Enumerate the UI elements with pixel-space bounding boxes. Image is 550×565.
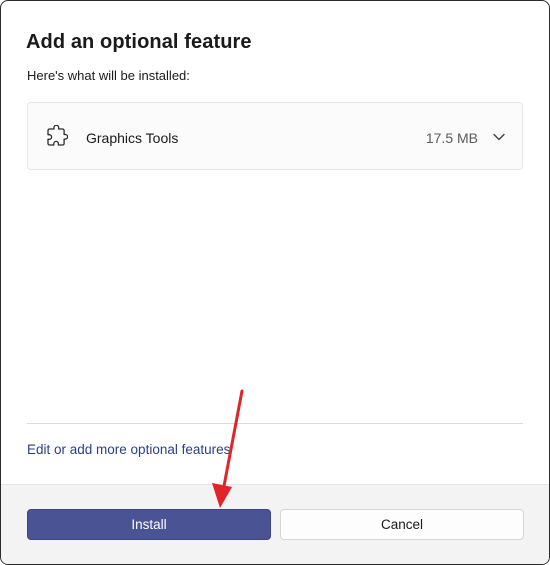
divider bbox=[27, 423, 523, 424]
dialog-footer: Install Cancel bbox=[1, 484, 549, 564]
feature-name: Graphics Tools bbox=[86, 130, 179, 146]
dialog-title: Add an optional feature bbox=[26, 31, 252, 53]
feature-item[interactable]: Graphics Tools 17.5 MB bbox=[27, 102, 523, 170]
cancel-button[interactable]: Cancel bbox=[280, 509, 524, 540]
puzzle-icon bbox=[47, 125, 68, 146]
chevron-down-icon[interactable] bbox=[492, 130, 506, 144]
feature-size: 17.5 MB bbox=[425, 130, 478, 146]
edit-more-features-link[interactable]: Edit or add more optional features bbox=[27, 442, 230, 457]
install-button[interactable]: Install bbox=[27, 509, 271, 540]
add-optional-feature-dialog: Add an optional feature Here's what will… bbox=[0, 0, 550, 565]
dialog-subtitle: Here's what will be installed: bbox=[27, 68, 190, 83]
